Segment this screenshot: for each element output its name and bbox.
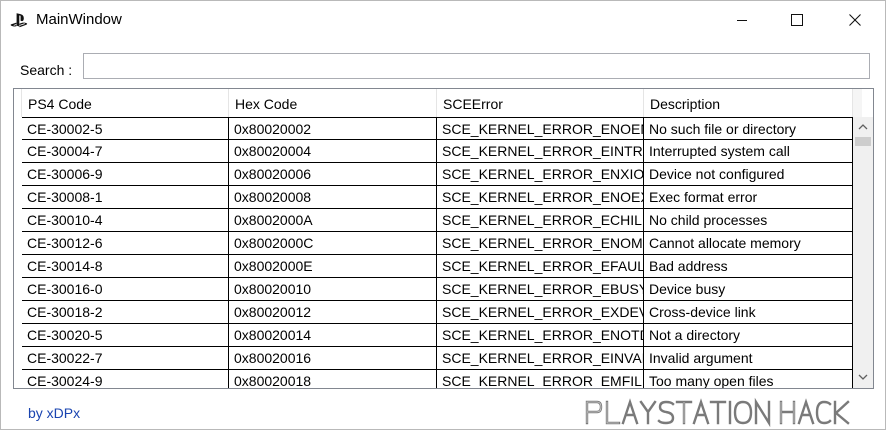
cell-sceerror[interactable]: SCE_KERNEL_ERROR_EINVAL: [437, 347, 644, 369]
cell-hex-code[interactable]: 0x80020006: [229, 163, 437, 185]
cell-hex-code[interactable]: 0x80020014: [229, 324, 437, 346]
grid-header: PS4 Code Hex Code SCEError Description: [14, 89, 862, 117]
grid-rows: CE-30002-5 0x80020002 SCE_KERNEL_ERROR_ENO…: [22, 117, 853, 388]
table-row[interactable]: CE-30010-4 0x8002000A SCE_KERNEL_ERROR_ECH…: [22, 209, 853, 232]
table-row[interactable]: CE-30020-5 0x80020014 SCE_KERNEL_ERROR_ENO…: [22, 324, 853, 347]
table-row[interactable]: CE-30014-8 0x8002000E SCE_KERNEL_ERROR_EFA…: [22, 255, 853, 278]
cell-ps4-code[interactable]: CE-30010-4: [22, 209, 229, 231]
maximize-icon: [791, 13, 803, 26]
search-label: Search :: [20, 62, 73, 78]
playstation-hack-watermark: [585, 397, 850, 427]
cell-sceerror[interactable]: SCE_KERNEL_ERROR_ENOENT: [437, 118, 644, 139]
title-bar[interactable]: MainWindow: [1, 1, 885, 38]
cell-hex-code[interactable]: 0x80020012: [229, 301, 437, 323]
minimize-button[interactable]: [719, 1, 765, 38]
scroll-down-arrow-icon[interactable]: [857, 371, 869, 383]
cell-ps4-code[interactable]: CE-30002-5: [22, 118, 229, 139]
cell-sceerror[interactable]: SCE_KERNEL_ERROR_ECHILD: [437, 209, 644, 231]
table-row[interactable]: CE-30022-7 0x80020016 SCE_KERNEL_ERROR_EIN…: [22, 347, 853, 370]
table-row[interactable]: CE-30016-0 0x80020010 SCE_KERNEL_ERROR_EBU…: [22, 278, 853, 301]
maximize-button[interactable]: [774, 1, 820, 38]
table-row[interactable]: CE-30002-5 0x80020002 SCE_KERNEL_ERROR_ENO…: [22, 117, 853, 140]
cell-sceerror[interactable]: SCE_KERNEL_ERROR_ENXIO: [437, 163, 644, 185]
cell-ps4-code[interactable]: CE-30018-2: [22, 301, 229, 323]
cell-ps4-code[interactable]: CE-30016-0: [22, 278, 229, 300]
cell-sceerror[interactable]: SCE_KERNEL_ERROR_EINTR: [437, 140, 644, 162]
cell-description[interactable]: No such file or directory: [644, 118, 853, 139]
cell-ps4-code[interactable]: CE-30014-8: [22, 255, 229, 277]
search-input[interactable]: [83, 53, 870, 79]
minimize-icon: [737, 19, 747, 21]
cell-description[interactable]: Not a directory: [644, 324, 853, 346]
error-code-grid[interactable]: PS4 Code Hex Code SCEError Description C…: [13, 88, 874, 389]
table-row[interactable]: CE-30004-7 0x80020004 SCE_KERNEL_ERROR_EIN…: [22, 140, 853, 163]
cell-hex-code[interactable]: 0x80020010: [229, 278, 437, 300]
table-row[interactable]: CE-30024-9 0x80020018 SCE_KERNEL_ERROR_EMF…: [22, 370, 853, 388]
cell-sceerror[interactable]: SCE_KERNEL_ERROR_ENOEXEC: [437, 186, 644, 208]
cell-sceerror[interactable]: SCE_KERNEL_ERROR_EFAULT: [437, 255, 644, 277]
author-link[interactable]: by xDPx: [28, 405, 80, 421]
cell-hex-code[interactable]: 0x80020016: [229, 347, 437, 369]
scrollbar-thumb[interactable]: [855, 137, 871, 146]
cell-description[interactable]: Device not configured: [644, 163, 853, 185]
cell-sceerror[interactable]: SCE_KERNEL_ERROR_EBUSY: [437, 278, 644, 300]
vertical-scrollbar[interactable]: [853, 117, 873, 388]
cell-sceerror[interactable]: SCE_KERNEL_ERROR_EMFILE: [437, 370, 644, 388]
cell-description[interactable]: Cross-device link: [644, 301, 853, 323]
cell-ps4-code[interactable]: CE-30006-9: [22, 163, 229, 185]
cell-ps4-code[interactable]: CE-30022-7: [22, 347, 229, 369]
table-row[interactable]: CE-30006-9 0x80020006 SCE_KERNEL_ERROR_ENX…: [22, 163, 853, 186]
cell-hex-code[interactable]: 0x80020008: [229, 186, 437, 208]
cell-hex-code[interactable]: 0x80020018: [229, 370, 437, 388]
cell-hex-code[interactable]: 0x8002000C: [229, 232, 437, 254]
cell-hex-code[interactable]: 0x80020004: [229, 140, 437, 162]
header-row-selector: [14, 89, 22, 117]
playstation-logo-icon: [10, 13, 28, 28]
column-header-sceerror[interactable]: SCEError: [437, 89, 644, 117]
cell-description[interactable]: Invalid argument: [644, 347, 853, 369]
cell-sceerror[interactable]: SCE_KERNEL_ERROR_EXDEV: [437, 301, 644, 323]
cell-sceerror[interactable]: SCE_KERNEL_ERROR_ENOMEM: [437, 232, 644, 254]
cell-description[interactable]: Cannot allocate memory: [644, 232, 853, 254]
column-header-ps4-code[interactable]: PS4 Code: [22, 89, 229, 117]
cell-ps4-code[interactable]: CE-30008-1: [22, 186, 229, 208]
cell-hex-code[interactable]: 0x8002000E: [229, 255, 437, 277]
cell-description[interactable]: Too many open files: [644, 370, 853, 388]
close-icon: [849, 13, 861, 26]
window-title: MainWindow: [36, 11, 122, 28]
main-window: MainWindow Search : PS4 Code Hex Code SC…: [0, 0, 886, 430]
column-header-description[interactable]: Description: [644, 89, 853, 117]
table-row[interactable]: CE-30008-1 0x80020008 SCE_KERNEL_ERROR_ENO…: [22, 186, 853, 209]
cell-description[interactable]: Exec format error: [644, 186, 853, 208]
cell-ps4-code[interactable]: CE-30012-6: [22, 232, 229, 254]
close-button[interactable]: [832, 1, 878, 38]
cell-hex-code[interactable]: 0x80020002: [229, 118, 437, 139]
header-filler: [853, 89, 862, 117]
cell-ps4-code[interactable]: CE-30004-7: [22, 140, 229, 162]
cell-description[interactable]: Bad address: [644, 255, 853, 277]
cell-description[interactable]: No child processes: [644, 209, 853, 231]
cell-description[interactable]: Device busy: [644, 278, 853, 300]
table-row[interactable]: CE-30012-6 0x8002000C SCE_KERNEL_ERROR_ENO…: [22, 232, 853, 255]
table-row[interactable]: CE-30018-2 0x80020012 SCE_KERNEL_ERROR_EXD…: [22, 301, 853, 324]
cell-description[interactable]: Interrupted system call: [644, 140, 853, 162]
scroll-up-arrow-icon[interactable]: [857, 121, 869, 133]
cell-sceerror[interactable]: SCE_KERNEL_ERROR_ENOTDIR: [437, 324, 644, 346]
cell-hex-code[interactable]: 0x8002000A: [229, 209, 437, 231]
cell-ps4-code[interactable]: CE-30024-9: [22, 370, 229, 388]
cell-ps4-code[interactable]: CE-30020-5: [22, 324, 229, 346]
column-header-hex-code[interactable]: Hex Code: [229, 89, 437, 117]
